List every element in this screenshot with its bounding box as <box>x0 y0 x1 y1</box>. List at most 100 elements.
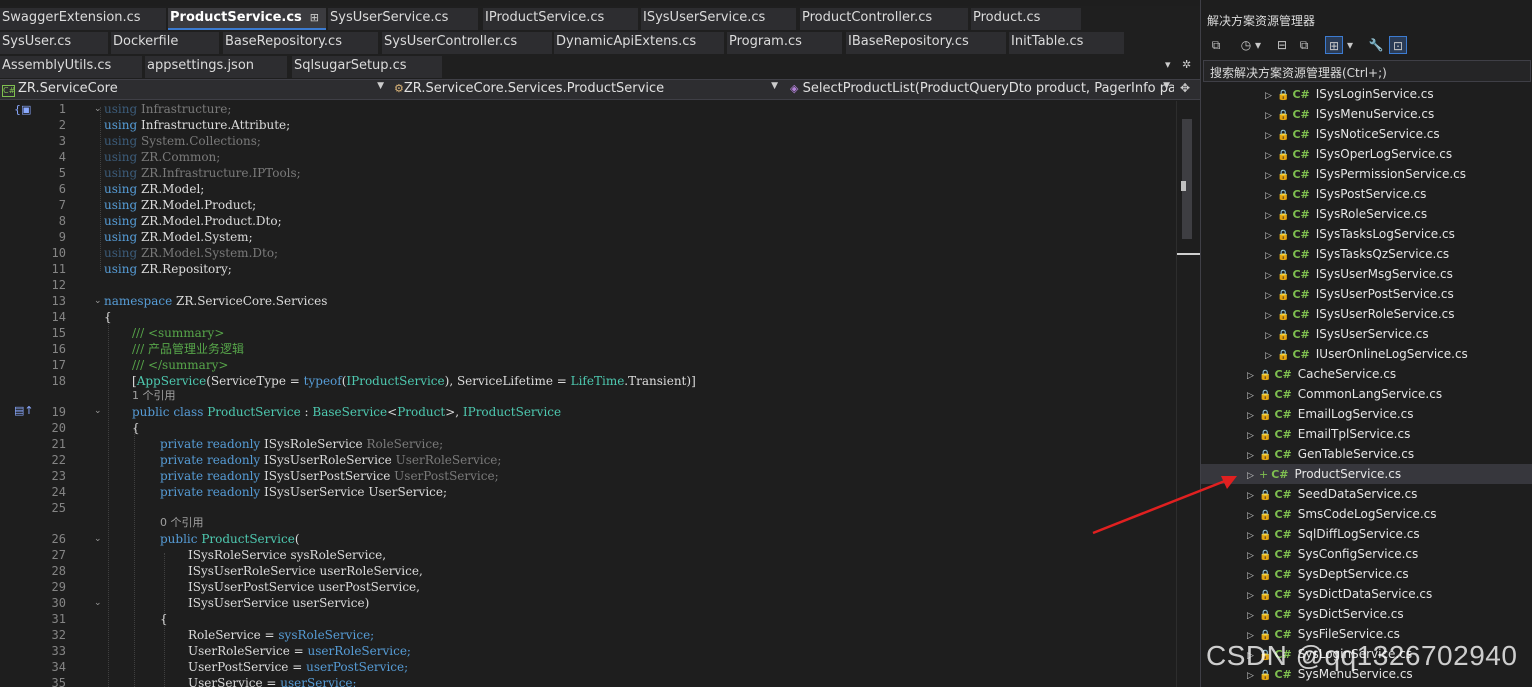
tab-productcontroller[interactable]: ProductController.cs <box>800 8 968 30</box>
expand-icon[interactable]: ▷ <box>1247 466 1257 486</box>
preview-selected-icon[interactable]: ⊡ <box>1389 36 1407 54</box>
tree-item[interactable]: ▷ 🔒 C# ISysTasksLogService.cs <box>1201 224 1532 244</box>
expand-icon[interactable]: ▷ <box>1265 246 1275 266</box>
tree-item[interactable]: ▷ 🔒 C# IUserOnlineLogService.cs <box>1201 344 1532 364</box>
expand-icon[interactable]: ▷ <box>1265 86 1275 106</box>
chevron-down-icon[interactable]: ▾ <box>1345 36 1355 54</box>
expand-icon[interactable]: ▷ <box>1247 386 1257 406</box>
tab-sysusercontroller[interactable]: SysUserController.cs <box>382 32 552 54</box>
expand-icon[interactable]: ▷ <box>1247 566 1257 586</box>
tree-item[interactable]: ▷ 🔒 C# EmailTplService.cs <box>1201 424 1532 444</box>
tab-dynamicapiextens[interactable]: DynamicApiExtens.cs <box>554 32 724 54</box>
settings-icon[interactable]: ✲ <box>1182 58 1191 71</box>
fold-icon[interactable]: ⌄ <box>94 598 102 608</box>
close-icon[interactable]: ✕ <box>325 10 326 25</box>
tree-item[interactable]: ▷ 🔒 C# SeedDataService.cs <box>1201 484 1532 504</box>
expand-icon[interactable]: ▷ <box>1265 186 1275 206</box>
tree-item[interactable]: ▷ 🔒 C# SqlDiffLogService.cs <box>1201 524 1532 544</box>
tree-item[interactable]: ▷ 🔒 C# CacheService.cs <box>1201 364 1532 384</box>
type-dropdown[interactable]: ⚙ZR.ServiceCore.Services.ProductService ▼ <box>392 81 782 99</box>
sync-with-document-icon[interactable]: ⊞ <box>1325 36 1343 54</box>
collapse-usings-icon[interactable]: {▣ <box>14 103 31 116</box>
tab-sysuserservice[interactable]: SysUserService.cs <box>328 8 478 30</box>
tab-assemblyutils[interactable]: AssemblyUtils.cs <box>0 56 142 78</box>
fold-icon[interactable]: ⌄ <box>94 296 102 306</box>
tab-sqlsugarsetup[interactable]: SqlsugarSetup.cs <box>292 56 442 78</box>
tab-dockerfile[interactable]: Dockerfile <box>111 32 219 54</box>
vertical-scrollbar[interactable] <box>1176 101 1201 687</box>
tree-item[interactable]: ▷ 🔒 C# CommonLangService.cs <box>1201 384 1532 404</box>
tab-label: SysUserService.cs <box>330 10 449 25</box>
expand-icon[interactable]: ▷ <box>1247 526 1257 546</box>
tab-program[interactable]: Program.cs <box>727 32 842 54</box>
expand-icon[interactable]: ▷ <box>1265 346 1275 366</box>
expand-icon[interactable]: ▷ <box>1265 206 1275 226</box>
expand-icon[interactable]: ▷ <box>1265 326 1275 346</box>
tab-product[interactable]: Product.cs <box>971 8 1081 30</box>
tab-swaggerextension[interactable]: SwaggerExtension.cs <box>0 8 166 30</box>
expand-icon[interactable]: ▷ <box>1247 366 1257 386</box>
expand-icon[interactable]: ▷ <box>1247 486 1257 506</box>
expand-icon[interactable]: ▷ <box>1265 106 1275 126</box>
tree-item[interactable]: ▷ 🔒 C# ISysLoginService.cs <box>1201 84 1532 104</box>
tab-isysuserservice[interactable]: ISysUserService.cs <box>641 8 796 30</box>
tree-item[interactable]: ▷ 🔒 C# GenTableService.cs <box>1201 444 1532 464</box>
split-icon[interactable]: ✥ <box>1180 81 1190 95</box>
codelens-references[interactable]: 0 个引用 <box>160 515 204 531</box>
tree-item[interactable]: ▷ 🔒 C# ISysTasksQzService.cs <box>1201 244 1532 264</box>
tree-item[interactable]: ▷ 🔒 C# ISysPermissionService.cs <box>1201 164 1532 184</box>
expand-icon[interactable]: ▷ <box>1265 226 1275 246</box>
tree-item[interactable]: ▷ 🔒 C# ISysNoticeService.cs <box>1201 124 1532 144</box>
tab-iproductservice[interactable]: IProductService.cs <box>483 8 638 30</box>
expand-icon[interactable]: ▷ <box>1247 506 1257 526</box>
tab-baserepository[interactable]: BaseRepository.cs <box>223 32 378 54</box>
code-area[interactable]: using Infrastructure; using Infrastructu… <box>100 101 1174 687</box>
tree-item[interactable]: ▷ 🔒 C# ISysRoleService.cs <box>1201 204 1532 224</box>
switch-views-icon[interactable]: ⧉ <box>1207 36 1225 54</box>
expand-icon[interactable]: ▷ <box>1265 286 1275 306</box>
expand-icon[interactable]: ▷ <box>1265 146 1275 166</box>
chevron-down-icon[interactable]: ▾ <box>1253 36 1263 54</box>
tree-item[interactable]: ▷ + C# ProductService.cs <box>1201 464 1532 484</box>
tree-item[interactable]: ▷ 🔒 C# ISysPostService.cs <box>1201 184 1532 204</box>
solution-search-input[interactable]: 搜索解决方案资源管理器(Ctrl+;) <box>1203 60 1531 82</box>
expand-icon[interactable]: ▷ <box>1247 406 1257 426</box>
expand-icon[interactable]: ▷ <box>1265 166 1275 186</box>
tree-item[interactable]: ▷ 🔒 C# ISysMenuService.cs <box>1201 104 1532 124</box>
tab-list-dropdown-icon[interactable]: ▾ <box>1165 58 1171 71</box>
pin-icon[interactable]: ⊞ <box>310 11 319 24</box>
tab-inittable[interactable]: InitTable.cs <box>1009 32 1124 54</box>
tree-item[interactable]: ▷ 🔒 C# ISysOperLogService.cs <box>1201 144 1532 164</box>
tab-appsettings[interactable]: appsettings.json <box>145 56 287 78</box>
properties-wrench-icon[interactable]: 🔧 <box>1367 36 1385 54</box>
show-all-files-icon[interactable]: ⧉ <box>1295 36 1313 54</box>
expand-icon[interactable]: ▷ <box>1247 586 1257 606</box>
member-dropdown[interactable]: ◈ SelectProductList(ProductQueryDto prod… <box>788 81 1174 99</box>
collapse-all-icon[interactable]: ⊟ <box>1273 36 1291 54</box>
tree-item[interactable]: ▷ 🔒 C# ISysUserPostService.cs <box>1201 284 1532 304</box>
tree-item[interactable]: ▷ 🔒 C# SysDictDataService.cs <box>1201 584 1532 604</box>
tree-item[interactable]: ▷ 🔒 C# ISysUserService.cs <box>1201 324 1532 344</box>
expand-icon[interactable]: ▷ <box>1265 126 1275 146</box>
tree-item[interactable]: ▷ 🔒 C# SysDeptService.cs <box>1201 564 1532 584</box>
tree-item[interactable]: ▷ 🔒 C# SysDictService.cs <box>1201 604 1532 624</box>
expand-icon[interactable]: ▷ <box>1265 266 1275 286</box>
expand-icon[interactable]: ▷ <box>1247 426 1257 446</box>
tree-item[interactable]: ▷ 🔒 C# ISysUserRoleService.cs <box>1201 304 1532 324</box>
tab-productservice[interactable]: ProductService.cs ⊞ ✕ <box>168 8 326 30</box>
tree-item[interactable]: ▷ 🔒 C# SysConfigService.cs <box>1201 544 1532 564</box>
scrollbar-thumb[interactable] <box>1182 119 1192 239</box>
expand-icon[interactable]: ▷ <box>1247 446 1257 466</box>
expand-icon[interactable]: ▷ <box>1247 546 1257 566</box>
tree-item[interactable]: ▷ 🔒 C# EmailLogService.cs <box>1201 404 1532 424</box>
fold-icon[interactable]: ⌄ <box>94 534 102 544</box>
expand-icon[interactable]: ▷ <box>1247 606 1257 626</box>
expand-icon[interactable]: ▷ <box>1265 306 1275 326</box>
tree-item[interactable]: ▷ 🔒 C# ISysUserMsgService.cs <box>1201 264 1532 284</box>
tab-ibaserepository[interactable]: IBaseRepository.cs <box>846 32 1006 54</box>
project-dropdown[interactable]: C# ZR.ServiceCore ▼ <box>0 81 388 99</box>
tab-sysuser[interactable]: SysUser.cs <box>0 32 108 54</box>
tree-item[interactable]: ▷ 🔒 C# SmsCodeLogService.cs <box>1201 504 1532 524</box>
fold-icon[interactable]: ⌄ <box>94 406 102 416</box>
codelens-references[interactable]: 1 个引用 <box>132 388 176 404</box>
